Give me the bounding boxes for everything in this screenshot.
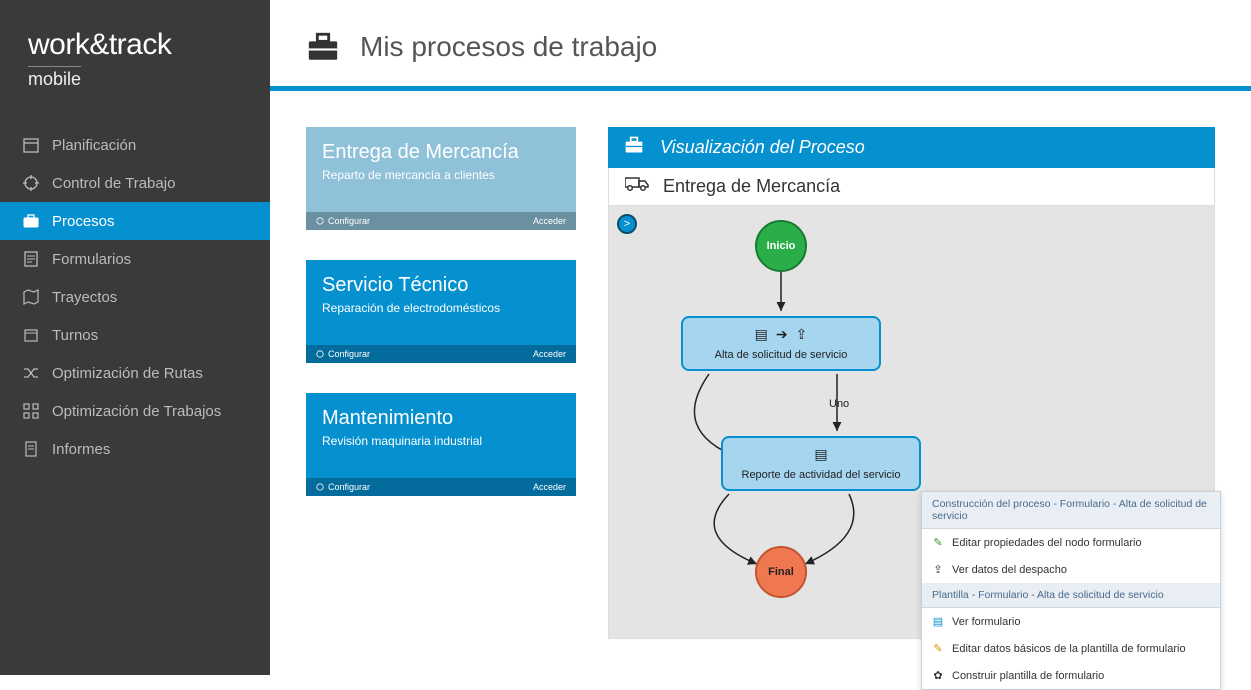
access-label: Acceder [533,349,566,359]
access-label: Acceder [533,482,566,492]
card-title: Mantenimiento [322,407,560,430]
dispatch-icon: ⇪ [932,563,944,576]
end-label: Final [755,546,807,598]
panel-subtitle: Entrega de Mercancía [663,176,840,197]
nav-label: Informes [52,441,110,458]
nav-planificacion[interactable]: Planificación [0,126,270,164]
nav-formularios[interactable]: Formularios [0,240,270,278]
brand-logo: work&track mobile [0,0,270,102]
card-subtitle: Revisión maquinaria industrial [322,434,560,448]
form-icon: ▤ [814,446,827,463]
pencil-icon: ✎ [932,536,944,549]
nav-label: Formularios [52,251,131,268]
ctx-view-dispatch[interactable]: ⇪ Ver datos del despacho [922,556,1220,583]
ctx-label: Ver formulario [952,616,1020,628]
nav-label: Trayectos [52,289,117,306]
configure-button[interactable]: Configurar [316,216,370,226]
nav-label: Optimización de Rutas [52,365,203,382]
ctx-edit-template[interactable]: ✎ Editar datos básicos de la plantilla d… [922,635,1220,662]
node-label: Reporte de actividad del servicio [735,469,907,481]
form-icon: ▤ [755,326,768,343]
edge-label-uno: Uno [829,398,849,410]
arrow-icon: ➔ [776,326,788,343]
node-start[interactable]: Inicio [755,220,807,272]
nav-turnos[interactable]: Turnos [0,316,270,354]
node-form-alta[interactable]: ▤ ➔ ⇪ Alta de solicitud de servicio [681,316,881,371]
process-card-servicio[interactable]: Servicio Técnico Reparación de electrodo… [306,260,576,363]
shuffle-icon [22,364,40,382]
access-button[interactable]: Acceder [533,216,566,226]
nav-label: Optimización de Trabajos [52,403,221,420]
nav-informes[interactable]: Informes [0,430,270,468]
nav-opt-rutas[interactable]: Optimización de Rutas [0,354,270,392]
content: Entrega de Mercancía Reparto de mercancí… [270,91,1251,675]
main: Mis procesos de trabajo Entrega de Merca… [270,0,1251,675]
ctx-build-template[interactable]: ✿ Construir plantilla de formulario [922,662,1220,689]
start-label: Inicio [755,220,807,272]
nav-label: Procesos [52,213,115,230]
configure-button[interactable]: Configurar [316,482,370,492]
brand-sub: mobile [28,66,81,90]
process-card-entrega[interactable]: Entrega de Mercancía Reparto de mercancí… [306,127,576,230]
ctx-label: Editar datos básicos de la plantilla de … [952,643,1186,655]
dispatch-icon: ⇪ [796,326,808,343]
form-icon: ▤ [932,615,944,628]
truck-icon [625,176,649,197]
briefcase-icon [624,135,644,160]
card-title: Entrega de Mercancía [322,141,560,164]
panel-subheader: Entrega de Mercancía [608,168,1215,206]
briefcase-icon [22,212,40,230]
context-menu: Construcción del proceso - Formulario - … [921,491,1221,690]
nav-control-trabajo[interactable]: Control de Trabajo [0,164,270,202]
node-label: Alta de solicitud de servicio [695,349,867,361]
ctx-edit-node-props[interactable]: ✎ Editar propiedades del nodo formulario [922,529,1220,556]
nav: Planificación Control de Trabajo Proceso… [0,126,270,468]
form-icon [22,250,40,268]
card-title: Servicio Técnico [322,274,560,297]
report-icon [22,440,40,458]
nav-label: Planificación [52,137,136,154]
nav-trayectos[interactable]: Trayectos [0,278,270,316]
process-card-mantenimiento[interactable]: Mantenimiento Revisión maquinaria indust… [306,393,576,496]
configure-button[interactable]: Configurar [316,349,370,359]
context-header: Plantilla - Formulario - Alta de solicit… [922,583,1220,608]
calendar-icon [22,136,40,154]
pencil-icon: ✎ [932,642,944,655]
page-title: Mis procesos de trabajo [360,31,657,63]
panel-title: Visualización del Proceso [660,137,865,158]
gear-icon: ✿ [932,669,944,682]
nav-label: Control de Trabajo [52,175,175,192]
node-icons: ▤ ➔ ⇪ [695,326,867,343]
node-icons: ▤ [735,446,907,463]
clock-icon [22,326,40,344]
card-subtitle: Reparto de mercancía a clientes [322,168,560,182]
page-header: Mis procesos de trabajo [270,0,1251,86]
ctx-view-form[interactable]: ▤ Ver formulario [922,608,1220,635]
access-button[interactable]: Acceder [533,349,566,359]
access-button[interactable]: Acceder [533,482,566,492]
grid-icon [22,402,40,420]
process-cards: Entrega de Mercancía Reparto de mercancí… [306,127,576,639]
node-end[interactable]: Final [755,546,807,598]
ctx-label: Editar propiedades del nodo formulario [952,537,1142,549]
card-subtitle: Reparación de electrodomésticos [322,301,560,315]
map-icon [22,288,40,306]
configure-label: Configurar [328,216,370,226]
panel-header: Visualización del Proceso [608,127,1215,168]
sidebar: work&track mobile Planificación Control … [0,0,270,675]
ctx-label: Ver datos del despacho [952,564,1067,576]
node-form-reporte[interactable]: ▤ Reporte de actividad del servicio [721,436,921,491]
ctx-label: Construir plantilla de formulario [952,670,1104,682]
expand-button[interactable]: > [617,214,637,234]
nav-opt-trabajos[interactable]: Optimización de Trabajos [0,392,270,430]
nav-label: Turnos [52,327,98,344]
configure-label: Configurar [328,349,370,359]
context-header: Construcción del proceso - Formulario - … [922,492,1220,529]
briefcase-icon [306,30,340,64]
nav-procesos[interactable]: Procesos [0,202,270,240]
access-label: Acceder [533,216,566,226]
configure-label: Configurar [328,482,370,492]
brand-main: work&track [28,28,242,62]
target-icon [22,174,40,192]
